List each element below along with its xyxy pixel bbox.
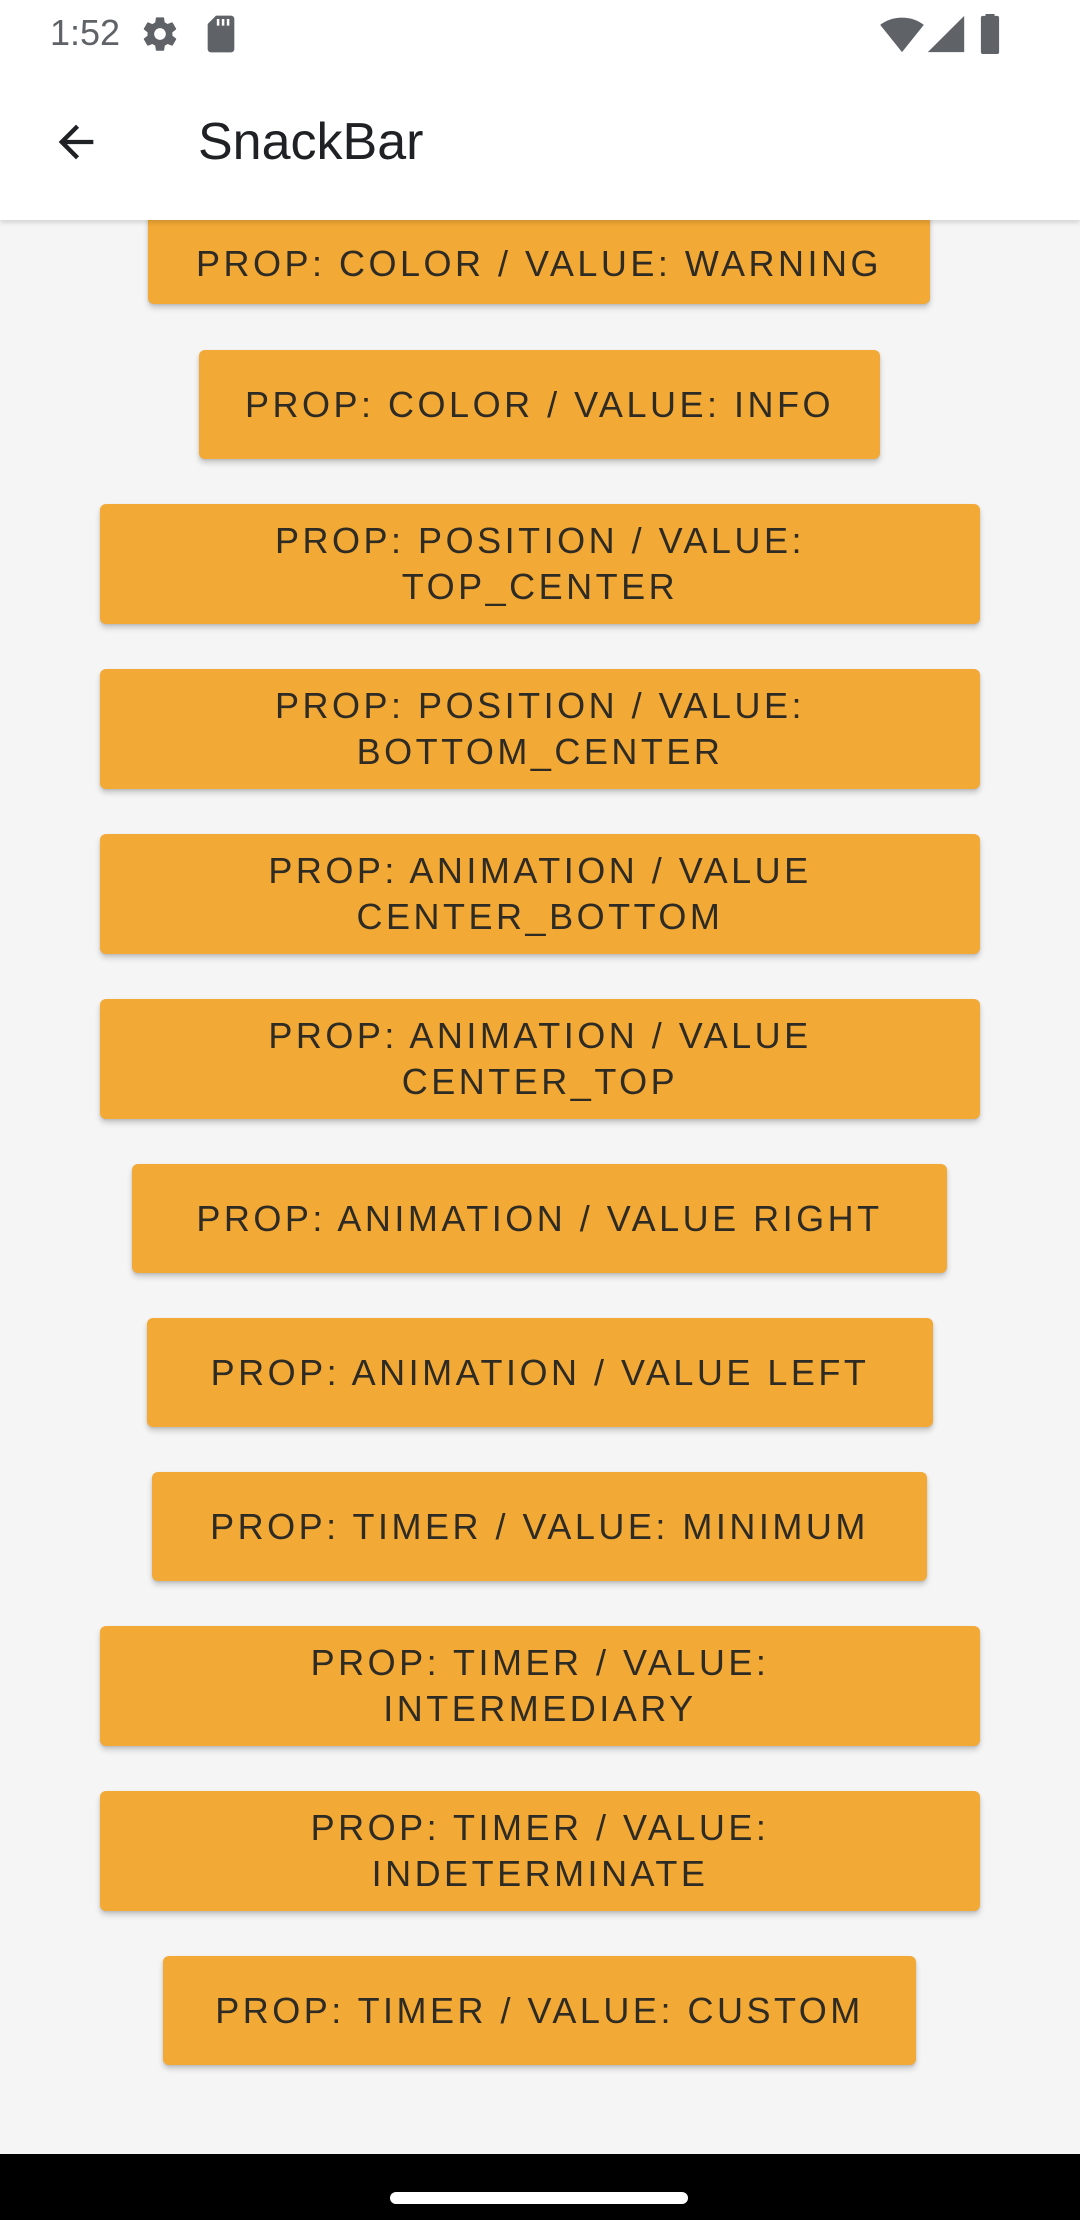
position-top-center-button[interactable]: PROP: POSITION / VALUE: TOP_CENTER — [100, 504, 980, 624]
app-bar: SnackBar — [0, 66, 1080, 220]
timer-custom-button[interactable]: PROP: TIMER / VALUE: CUSTOM — [163, 1956, 916, 2065]
settings-icon — [140, 14, 180, 59]
color-info-button[interactable]: PROP: COLOR / VALUE: INFO — [199, 350, 880, 459]
color-warning-button[interactable]: PROP: COLOR / VALUE: WARNING — [148, 220, 930, 304]
animation-center-top-button[interactable]: PROP: ANIMATION / VALUE CENTER_TOP — [100, 999, 980, 1119]
wifi-icon — [880, 14, 924, 59]
status-bar: 1:52 — [0, 0, 1080, 66]
button-list[interactable]: PROP: COLOR / VALUE: WARNING PROP: COLOR… — [0, 220, 1080, 2154]
sd-card-icon — [204, 14, 238, 59]
status-time: 1:52 — [50, 12, 121, 53]
timer-intermediary-button[interactable]: PROP: TIMER / VALUE: INTERMEDIARY — [100, 1626, 980, 1746]
position-bottom-center-button[interactable]: PROP: POSITION / VALUE: BOTTOM_CENTER — [100, 669, 980, 789]
page-title: SnackBar — [198, 113, 424, 171]
animation-left-button[interactable]: PROP: ANIMATION / VALUE LEFT — [147, 1318, 933, 1427]
home-gesture-handle[interactable] — [390, 2192, 688, 2204]
animation-right-button[interactable]: PROP: ANIMATION / VALUE RIGHT — [132, 1164, 947, 1273]
navigation-bar — [0, 2154, 1080, 2220]
back-button[interactable] — [36, 104, 116, 184]
timer-indeterminate-button[interactable]: PROP: TIMER / VALUE: INDETERMINATE — [100, 1791, 980, 1911]
battery-icon — [978, 14, 1002, 59]
arrow-back-icon — [50, 116, 102, 173]
animation-center-bottom-button[interactable]: PROP: ANIMATION / VALUE CENTER_BOTTOM — [100, 834, 980, 954]
signal-icon — [926, 14, 966, 59]
timer-minimum-button[interactable]: PROP: TIMER / VALUE: MINIMUM — [152, 1472, 927, 1581]
